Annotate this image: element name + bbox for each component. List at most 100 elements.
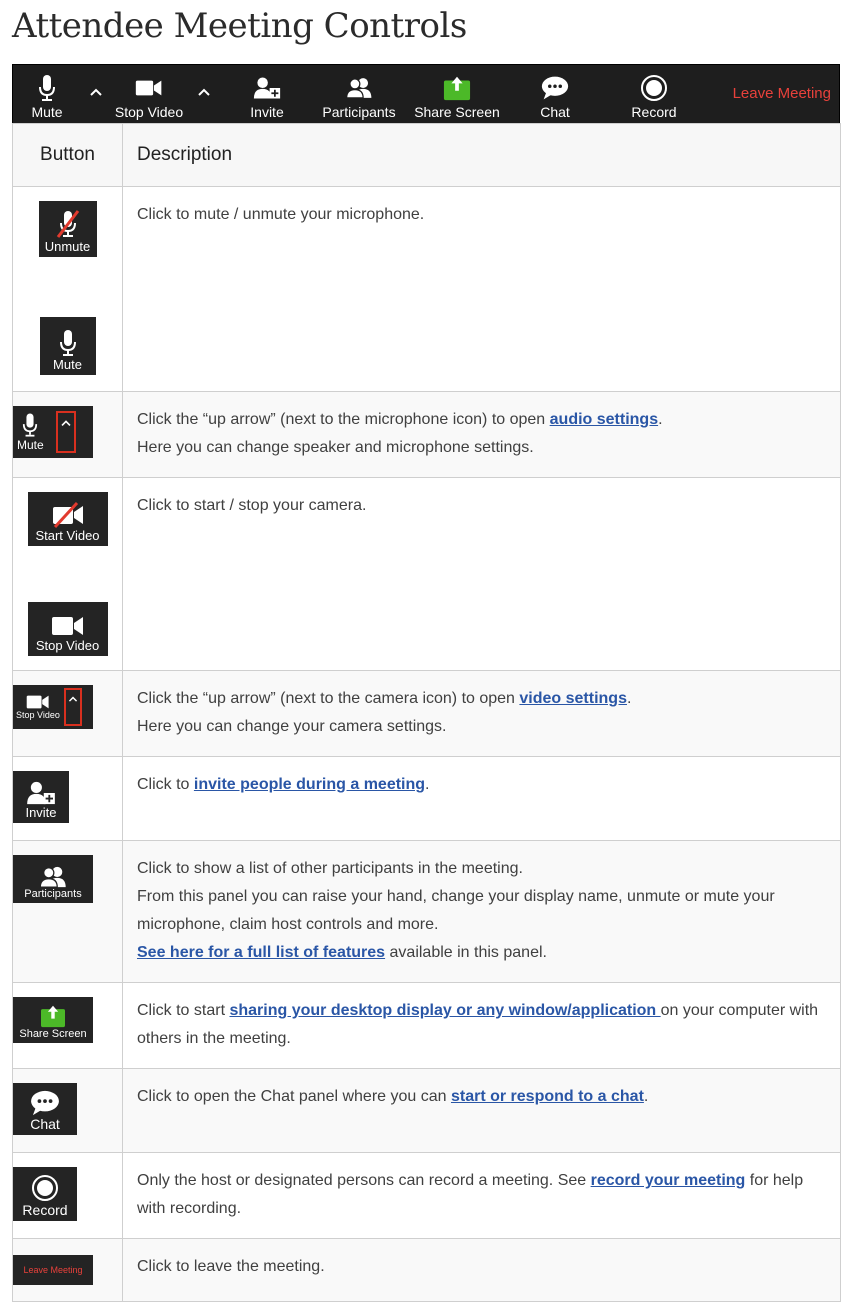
camera-icon	[26, 695, 49, 709]
share-desktop-link[interactable]: sharing your desktop display or any wind…	[229, 1002, 660, 1019]
mute-label: Mute	[53, 357, 82, 372]
participants-button[interactable]: Participants	[317, 65, 401, 124]
description-text: .	[658, 411, 663, 428]
video-settings-link[interactable]: video settings	[519, 690, 627, 707]
stop-video-button[interactable]: Stop Video	[27, 602, 108, 656]
description-cell: Click to start sharing your desktop disp…	[122, 982, 841, 1069]
invite-label: Invite	[250, 104, 284, 120]
table-row: Chat Click to open the Chat panel where …	[12, 1068, 841, 1153]
description-cell: Click the “up arrow” (next to the microp…	[122, 391, 841, 478]
audio-settings-arrow[interactable]	[87, 83, 105, 101]
table-row: Start Video Stop Video Click to start / …	[12, 477, 841, 671]
chat-button[interactable]: Chat	[535, 65, 575, 124]
table-row: Participants Click to show a list of oth…	[12, 840, 841, 983]
description-cell: Click to invite people during a meeting.	[122, 756, 841, 841]
invite-button[interactable]: Invite	[13, 771, 69, 823]
stop-video-label: Stop Video	[114, 104, 184, 120]
camera-icon	[51, 614, 85, 638]
description-text: Click the “up arrow” (next to the microp…	[137, 411, 550, 428]
video-settings-arrow[interactable]	[63, 688, 82, 726]
stop-video-button[interactable]: Stop Video	[113, 65, 185, 124]
audio-settings-link[interactable]: audio settings	[550, 411, 658, 428]
button-cell: Leave Meeting	[12, 1238, 123, 1302]
table-row: Share Screen Click to start sharing your…	[12, 982, 841, 1069]
description-text: Click to leave the meeting.	[137, 1258, 325, 1275]
button-cell: Share Screen	[12, 982, 123, 1069]
chat-label: Chat	[540, 104, 570, 120]
header-description: Description	[122, 123, 841, 187]
table-row: Mute Click the “up arrow” (next to the m…	[12, 391, 841, 478]
chat-button[interactable]: Chat	[13, 1083, 77, 1135]
participants-label: Participants	[322, 104, 396, 120]
description-cell: Only the host or designated persons can …	[122, 1152, 841, 1239]
mute-button[interactable]: Mute	[27, 65, 67, 124]
chat-icon	[30, 1090, 60, 1116]
meeting-toolbar: Mute Stop Video Invite Participants Shar…	[12, 64, 840, 125]
record-icon	[31, 1174, 59, 1202]
share-screen-button[interactable]: Share Screen	[413, 65, 501, 124]
button-cell: Stop Video	[12, 670, 123, 757]
microphone-icon	[23, 413, 38, 437]
record-button[interactable]: Record	[627, 65, 681, 124]
table-row: Unmute Mute Click to mute / unmute your …	[12, 186, 841, 392]
description-cell: Click to mute / unmute your microphone.	[122, 186, 841, 392]
share-screen-label: Share Screen	[19, 1028, 87, 1040]
share-screen-button[interactable]: Share Screen	[13, 997, 93, 1043]
features-list-link[interactable]: See here for a full list of features	[137, 944, 385, 961]
mute-with-arrow-button[interactable]: Mute	[13, 406, 93, 458]
invite-button[interactable]: Invite	[245, 65, 289, 124]
description-text: .	[643, 1088, 649, 1105]
share-screen-label: Share Screen	[414, 104, 500, 120]
participants-icon	[345, 74, 373, 102]
description-cell: Click the “up arrow” (next to the camera…	[122, 670, 841, 757]
add-user-icon	[26, 781, 56, 805]
muted-microphone-icon	[56, 209, 80, 239]
record-label: Record	[22, 1202, 68, 1218]
chevron-up-icon	[68, 696, 77, 702]
table-row: Invite Click to invite people during a m…	[12, 756, 841, 841]
description-text: Only the host or designated persons can …	[137, 1172, 591, 1189]
description-text: From this panel you can raise your hand,…	[137, 888, 775, 933]
description-cell: Click to start / stop your camera.	[122, 477, 841, 671]
unmute-button[interactable]: Unmute	[38, 201, 97, 257]
chevron-up-icon	[198, 88, 210, 96]
chevron-up-icon	[61, 420, 71, 426]
button-cell: Participants	[12, 840, 123, 983]
record-meeting-link[interactable]: record your meeting	[591, 1172, 746, 1189]
chevron-up-icon	[90, 88, 102, 96]
participants-button[interactable]: Participants	[13, 855, 93, 903]
leave-meeting-button[interactable]: Leave Meeting	[13, 1255, 93, 1285]
leave-meeting-button[interactable]: Leave Meeting	[733, 85, 831, 102]
button-cell: Invite	[12, 756, 123, 841]
add-user-icon	[253, 74, 281, 102]
invite-people-link[interactable]: invite people during a meeting	[194, 776, 425, 793]
description-cell: Click to leave the meeting.	[122, 1238, 841, 1302]
share-screen-icon	[40, 1004, 66, 1028]
description-text: Click to mute / unmute your microphone.	[137, 206, 425, 223]
description-text: Click to start / stop your camera.	[137, 497, 367, 514]
table-header-row: Button Description	[12, 123, 841, 187]
description-text: Here you can change your camera settings…	[137, 718, 447, 735]
mute-label: Mute	[17, 438, 44, 452]
record-button[interactable]: Record	[13, 1167, 77, 1221]
stop-video-with-arrow-button[interactable]: Stop Video	[13, 685, 93, 729]
description-text: .	[425, 776, 430, 793]
mute-button[interactable]: Mute	[39, 317, 96, 375]
start-chat-link[interactable]: start or respond to a chat	[451, 1088, 644, 1105]
button-cell: Record	[12, 1152, 123, 1239]
audio-settings-arrow[interactable]	[55, 411, 76, 453]
table-row: Stop Video Click the “up arrow” (next to…	[12, 670, 841, 757]
microphone-icon	[59, 329, 77, 357]
share-screen-icon	[443, 74, 471, 102]
header-button: Button	[12, 123, 123, 187]
start-video-button[interactable]: Start Video	[27, 492, 108, 546]
unmute-label: Unmute	[44, 239, 91, 254]
button-cell: Unmute Mute	[12, 186, 123, 392]
description-cell: Click to open the Chat panel where you c…	[122, 1068, 841, 1153]
page-title: Attendee Meeting Controls	[12, 6, 467, 46]
camera-icon	[135, 74, 163, 102]
description-text: available in this panel.	[385, 944, 547, 961]
description-text: Click the “up arrow” (next to the camera…	[137, 690, 520, 707]
video-settings-arrow[interactable]	[195, 83, 213, 101]
table-row: Leave Meeting Click to leave the meeting…	[12, 1238, 841, 1302]
